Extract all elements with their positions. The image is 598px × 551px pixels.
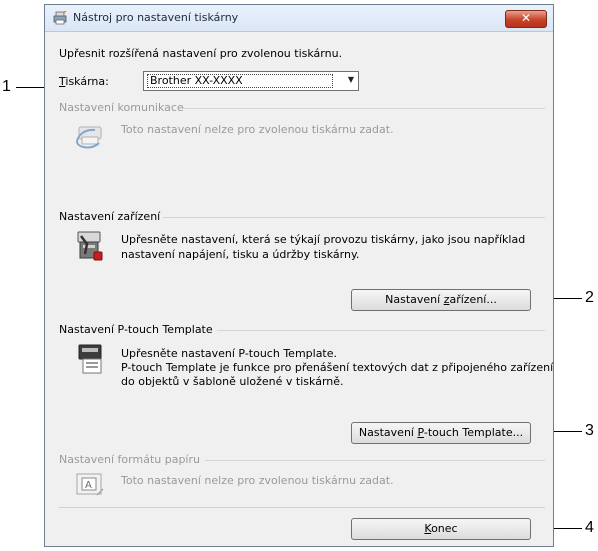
ptouch-template-button-rest: -touch Template...	[423, 426, 524, 439]
konec-button-rest: onec	[431, 522, 458, 535]
close-icon: ✕	[520, 11, 532, 25]
communication-icon	[76, 126, 102, 149]
paper-text: Toto nastavení nelze pro zvolenou tiskár…	[121, 474, 394, 487]
printer-select-value: Brother XX-XXXX	[147, 74, 333, 88]
paper-section-divider	[205, 460, 545, 461]
device-settings-button[interactable]: Nastavení zařízení...	[351, 289, 531, 311]
callout-2: 2	[585, 289, 594, 306]
ptouch-section-title: Nastavení P-touch Template	[59, 323, 213, 336]
close-konec-button[interactable]: Konec	[351, 518, 531, 540]
callout-4: 4	[585, 519, 594, 536]
printer-settings-window: Nástroj pro nastavení tiskárny ✕ Upřesni…	[44, 4, 554, 547]
ptouch-template-button[interactable]: Nastavení P-touch Template...	[351, 422, 531, 444]
svg-text:A: A	[85, 480, 92, 491]
device-text-line2: nastavení napájení, tisku a údržby tiská…	[121, 248, 360, 261]
intro-text: Upřesnit rozšířená nastavení pro zvoleno…	[59, 47, 343, 60]
title-bar: Nástroj pro nastavení tiskárny ✕	[45, 5, 553, 32]
communication-text: Toto nastavení nelze pro zvolenou tiskár…	[121, 123, 394, 136]
close-button[interactable]: ✕	[505, 10, 547, 28]
ptouch-template-icon	[78, 344, 102, 374]
device-settings-button-prefix: Nastavení	[385, 293, 444, 306]
device-settings-button-rest: ařízení...	[449, 293, 497, 306]
ptouch-text-line1: Upřesněte nastavení P-touch Template.	[121, 347, 338, 360]
device-settings-icon	[77, 231, 103, 261]
window-title: Nástroj pro nastavení tiskárny	[73, 11, 239, 24]
printer-label-rest: iskárna:	[65, 75, 109, 88]
callout-1: 1	[2, 78, 11, 95]
paper-format-icon: A	[76, 473, 104, 496]
ptouch-template-button-prefix: Nastavení	[358, 426, 418, 439]
chevron-down-icon: ▼	[347, 75, 354, 84]
ptouch-text-line3: do objektů v šabloně uložené v tiskárně.	[121, 375, 344, 388]
communication-section-title: Nastavení komunikace	[59, 101, 184, 114]
ptouch-text-line2: P-touch Template je funkce pro přenášení…	[121, 361, 554, 374]
device-text-line1: Upřesněte nastavení, která se týkají pro…	[121, 233, 526, 246]
app-tool-icon	[53, 11, 67, 25]
device-section-title: Nastavení zařízení	[59, 210, 161, 223]
communication-section-divider	[181, 108, 545, 109]
paper-section-title: Nastavení formátu papíru	[59, 453, 200, 466]
ptouch-section-divider	[217, 330, 545, 331]
device-section-divider	[163, 217, 545, 218]
footer-divider	[59, 507, 545, 508]
printer-label: Tiskárna:	[59, 75, 109, 88]
callout-3: 3	[585, 422, 594, 439]
printer-select[interactable]: Brother XX-XXXX ▼	[143, 71, 359, 91]
